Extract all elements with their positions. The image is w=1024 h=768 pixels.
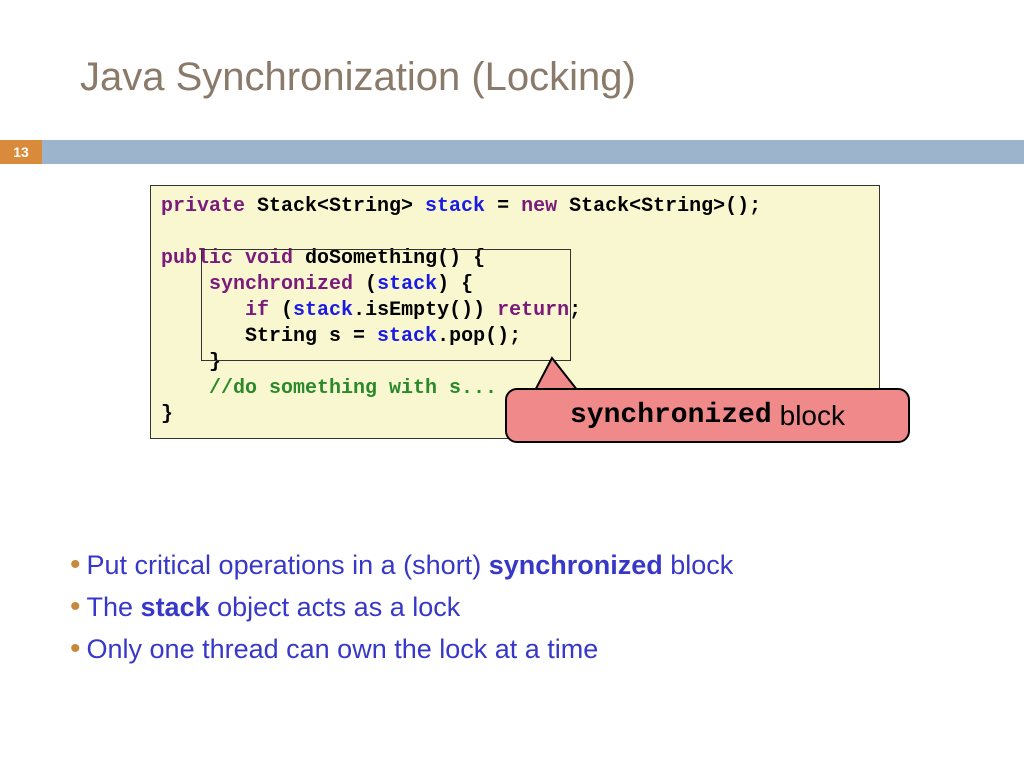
bullet-item: • The stack object acts as a lock: [70, 587, 964, 629]
code-token: .pop();: [437, 325, 521, 348]
code-token: ) {: [437, 273, 473, 296]
code-token: stack: [377, 273, 437, 296]
bullet-item: • Only one thread can own the lock at a …: [70, 629, 964, 671]
bullet-text: block: [663, 550, 734, 580]
code-token: (: [353, 273, 377, 296]
code-token: .isEmpty()): [353, 299, 497, 322]
code-token: [233, 247, 245, 270]
code-token: void: [245, 247, 293, 270]
code-token: (: [269, 299, 293, 322]
callout-keyword: synchronized: [570, 400, 772, 431]
bullet-list: • Put critical operations in a (short) s…: [70, 545, 964, 671]
code-token: =: [485, 195, 521, 218]
code-token: new: [521, 195, 557, 218]
code-token: stack: [293, 299, 353, 322]
code-token: }: [161, 351, 221, 374]
code-token: }: [161, 403, 173, 426]
divider-bar: [0, 140, 1024, 164]
bullet-text: object acts as a lock: [210, 592, 461, 622]
bullet-icon: •: [70, 587, 81, 626]
code-token: stack: [377, 325, 437, 348]
code-token: Stack<String>();: [557, 195, 761, 218]
bullet-text: Only one thread can own the lock at a ti…: [87, 634, 599, 664]
code-token: Stack<String>: [245, 195, 425, 218]
code-token: doSomething() {: [293, 247, 485, 270]
code-token: private: [161, 195, 245, 218]
bullet-item: • Put critical operations in a (short) s…: [70, 545, 964, 587]
code-token: String s =: [161, 325, 377, 348]
code-token: public: [161, 247, 233, 270]
bullet-icon: •: [70, 545, 81, 584]
code-token: ;: [569, 299, 581, 322]
code-token: [161, 377, 209, 400]
code-token: [161, 299, 245, 322]
callout-synchronized-block: synchronized block: [505, 388, 910, 443]
bullet-text: Put critical operations in a (short): [87, 550, 489, 580]
code-token: return: [497, 299, 569, 322]
bullet-bold: synchronized: [489, 550, 663, 580]
code-token: //do something with s...: [209, 377, 497, 400]
bullet-text: The: [87, 592, 141, 622]
slide-title: Java Synchronization (Locking): [0, 0, 1024, 100]
page-number: 13: [0, 140, 42, 164]
code-token: [161, 273, 209, 296]
bullet-bold: stack: [141, 592, 210, 622]
code-token: stack: [425, 195, 485, 218]
bullet-icon: •: [70, 629, 81, 668]
code-token: synchronized: [209, 273, 353, 296]
callout-label: block: [780, 400, 845, 432]
code-token: if: [245, 299, 269, 322]
